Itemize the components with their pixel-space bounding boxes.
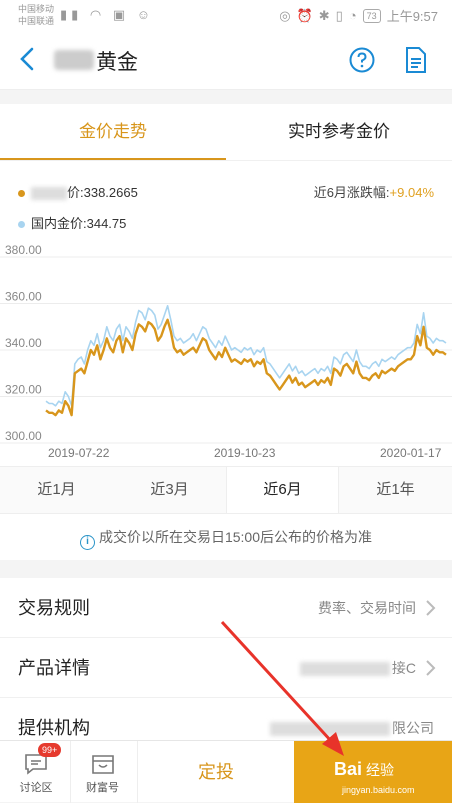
annotation-arrow — [220, 620, 344, 756]
